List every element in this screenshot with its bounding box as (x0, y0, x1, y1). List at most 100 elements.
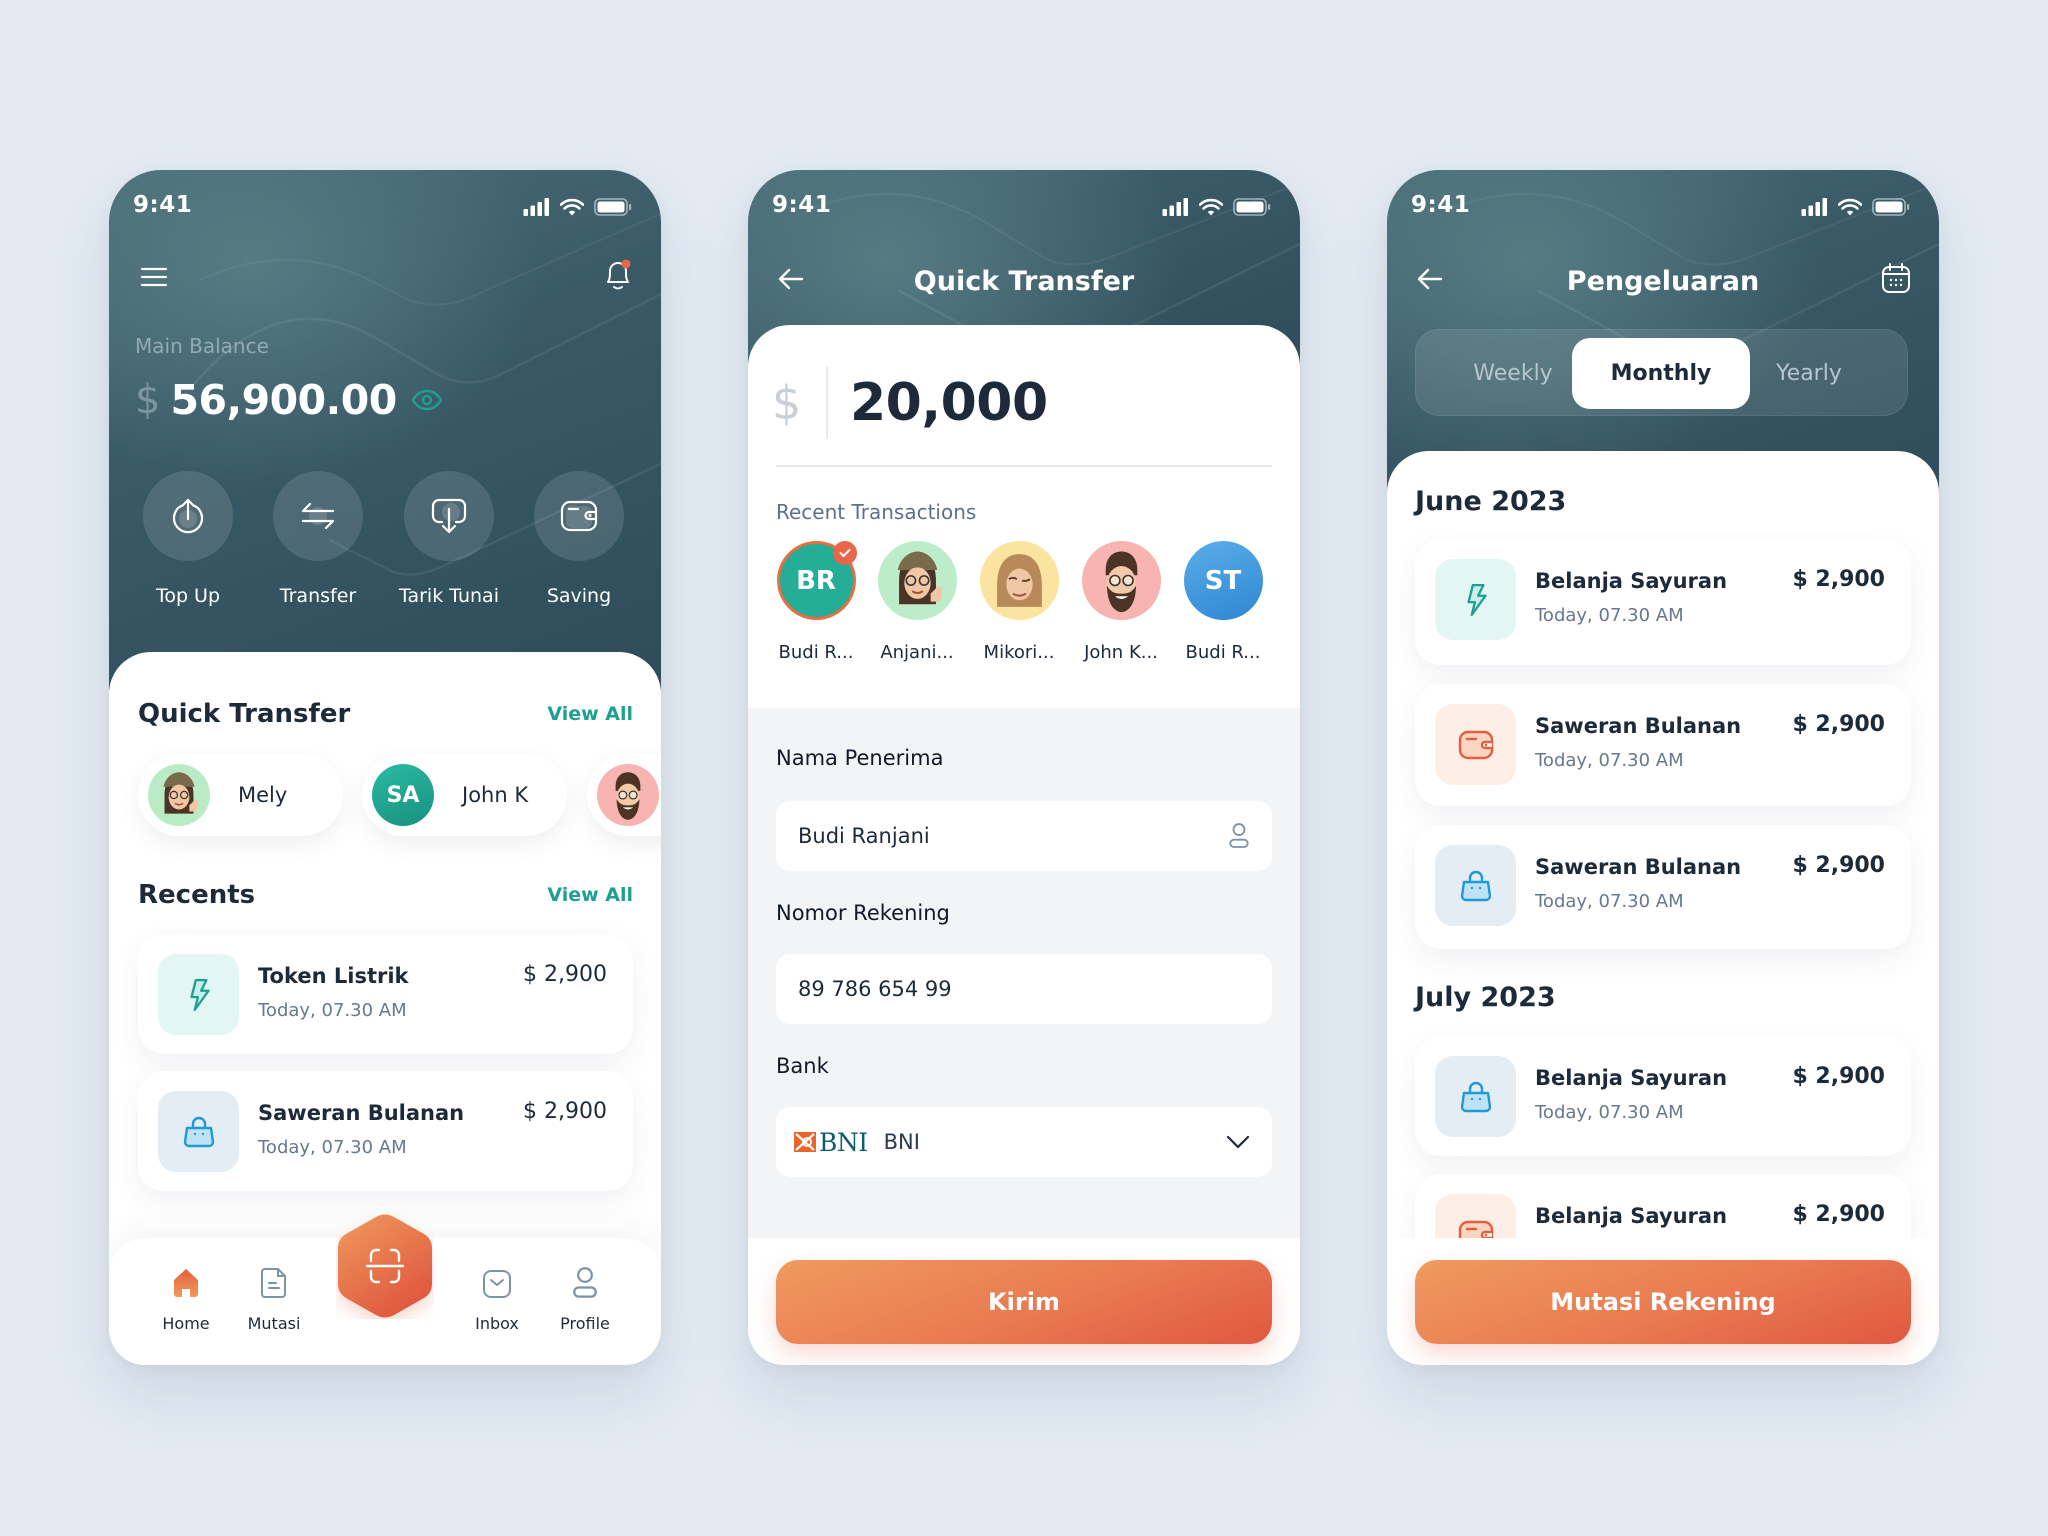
expense-date: Today, 07.30 AM (1535, 605, 1684, 626)
contact-name: John K (462, 783, 529, 807)
expense-title: Belanja Sayuran (1535, 569, 1728, 593)
home-screen: 9:41 Main Balance $ 56,900.00 Top Up Tra… (109, 170, 661, 1365)
nav-inbox[interactable]: Inbox (452, 1266, 542, 1333)
account-label: Nomor Rekening (776, 901, 950, 925)
wallet-icon (560, 500, 598, 532)
document-icon (261, 1268, 286, 1298)
action-saving[interactable]: Saving (519, 471, 639, 607)
nav-label: Inbox (475, 1314, 519, 1333)
battery-icon (1233, 198, 1271, 216)
expense-item[interactable]: Belanja Sayuran Today, 07.30 AM $ 2,900 (1415, 539, 1911, 665)
battery-icon (1872, 198, 1910, 216)
recipient-name-value: Budi Ranjani (798, 824, 930, 848)
recents-view-all[interactable]: View All (547, 884, 633, 906)
expense-list[interactable]: June 2023 Belanja Sayuran Today, 07.30 A… (1387, 451, 1939, 1238)
battery-icon (594, 198, 632, 216)
status-time: 9:41 (772, 192, 832, 218)
contact-name: Budi R... (778, 642, 854, 663)
nav-home[interactable]: Home (141, 1266, 231, 1333)
amount-input[interactable]: $ 20,000 (772, 365, 1048, 441)
quick-transfer-contact[interactable]: Mely (138, 754, 343, 836)
mutasi-rekening-button[interactable]: Mutasi Rekening (1415, 1260, 1911, 1344)
notification-dot (621, 259, 631, 269)
amount-value: 20,000 (850, 373, 1048, 433)
memoji-blonde-icon (980, 541, 1059, 620)
quick-transfer-view-all[interactable]: View All (547, 703, 633, 725)
divider (826, 367, 828, 439)
action-label: Transfer (279, 585, 357, 607)
avatar (877, 541, 957, 620)
bank-select[interactable]: BNI BNI (776, 1107, 1272, 1177)
transaction-title: Saweran Bulanan (258, 1101, 465, 1125)
expense-item[interactable]: Belanja Sayuran $ 2,900 (1415, 1174, 1911, 1238)
quick-transfer-contact[interactable] (587, 754, 661, 836)
home-icon (174, 1269, 198, 1297)
contact-name: Mikori... (983, 642, 1055, 663)
status-icons (523, 198, 632, 216)
quick-transfer-contact[interactable]: SA John K (362, 754, 567, 836)
bell-icon[interactable] (603, 258, 633, 294)
memoji-girl-icon (878, 541, 957, 620)
expense-date: Today, 07.30 AM (1535, 750, 1684, 771)
action-transfer[interactable]: Transfer (258, 471, 378, 607)
expense-title: Belanja Sayuran (1535, 1204, 1728, 1228)
account-number-field[interactable]: 89 786 654 99 (776, 954, 1272, 1024)
shopping-bag-icon (182, 1116, 216, 1148)
status-icons (1162, 198, 1271, 216)
recent-contact[interactable]: BR Budi R... (769, 541, 863, 663)
recent-contact[interactable]: ST Budi R... (1176, 541, 1270, 663)
expense-item[interactable]: Belanja Sayuran Today, 07.30 AM $ 2,900 (1415, 1036, 1911, 1156)
eye-icon[interactable] (411, 388, 443, 412)
nav-label: Profile (560, 1314, 610, 1333)
recipient-name-field[interactable]: Budi Ranjani (776, 801, 1272, 871)
recent-contact[interactable]: John K... (1074, 541, 1168, 663)
action-label: Tarik Tunai (399, 585, 499, 607)
amount-underline (776, 465, 1272, 467)
expense-amount: $ 2,900 (1792, 853, 1885, 878)
month-heading: June 2023 (1415, 486, 1567, 517)
bank-value: BNI (883, 1130, 920, 1154)
top-up-icon (172, 498, 204, 534)
status-time: 9:41 (133, 192, 193, 218)
inbox-icon (483, 1270, 511, 1298)
hamburger-icon[interactable] (141, 267, 167, 287)
scan-button[interactable] (336, 1213, 434, 1319)
contact-name: John K... (1084, 642, 1158, 663)
action-top-up[interactable]: Top Up (128, 471, 248, 607)
calendar-icon[interactable] (1881, 262, 1911, 294)
expense-item[interactable]: Saweran Bulanan Today, 07.30 AM $ 2,900 (1415, 825, 1911, 949)
recipient-label: Nama Penerima (776, 746, 944, 770)
kirim-button[interactable]: Kirim (776, 1260, 1272, 1344)
balance-label: Main Balance (135, 334, 269, 358)
expense-amount: $ 2,900 (1792, 712, 1885, 737)
bank-label: Bank (776, 1054, 829, 1078)
withdraw-icon (431, 498, 467, 534)
recent-contact[interactable]: Anjani... (870, 541, 964, 663)
nav-mutasi[interactable]: Mutasi (229, 1266, 319, 1333)
recent-transaction[interactable]: Token Listrik Today, 07.30 AM $ 2,900 (138, 934, 633, 1054)
period-tabs: Weekly Monthly Yearly (1415, 329, 1908, 416)
expense-item[interactable]: Saweran Bulanan Today, 07.30 AM $ 2,900 (1415, 684, 1911, 806)
wifi-icon (1199, 198, 1223, 216)
transaction-amount: $ 2,900 (523, 1099, 607, 1124)
tab-yearly[interactable]: Yearly (1720, 338, 1898, 409)
expense-amount: $ 2,900 (1792, 567, 1885, 592)
wallet-icon (1458, 1220, 1494, 1239)
quick-transfer-screen: 9:41 Quick Transfer $ 20,000 Recent Tran… (748, 170, 1300, 1365)
action-tarik-tunai[interactable]: Tarik Tunai (389, 471, 509, 607)
month-heading: July 2023 (1415, 982, 1556, 1013)
wifi-icon (1838, 198, 1862, 216)
quick-transfer-title: Quick Transfer (138, 699, 351, 729)
avatar (979, 541, 1059, 620)
person-icon[interactable] (1228, 822, 1250, 850)
action-label: Top Up (155, 585, 221, 607)
nav-profile[interactable]: Profile (540, 1266, 630, 1333)
avatar: BR (776, 541, 857, 620)
recent-transaction[interactable]: Saweran Bulanan Today, 07.30 AM $ 2,900 (138, 1071, 633, 1191)
nav-label: Mutasi (247, 1314, 301, 1333)
contact-name: Budi R... (1185, 642, 1261, 663)
shopping-bag-icon (1459, 870, 1493, 902)
status-time: 9:41 (1411, 192, 1471, 218)
profile-icon (569, 1266, 601, 1300)
recent-contact[interactable]: Mikori... (972, 541, 1066, 663)
